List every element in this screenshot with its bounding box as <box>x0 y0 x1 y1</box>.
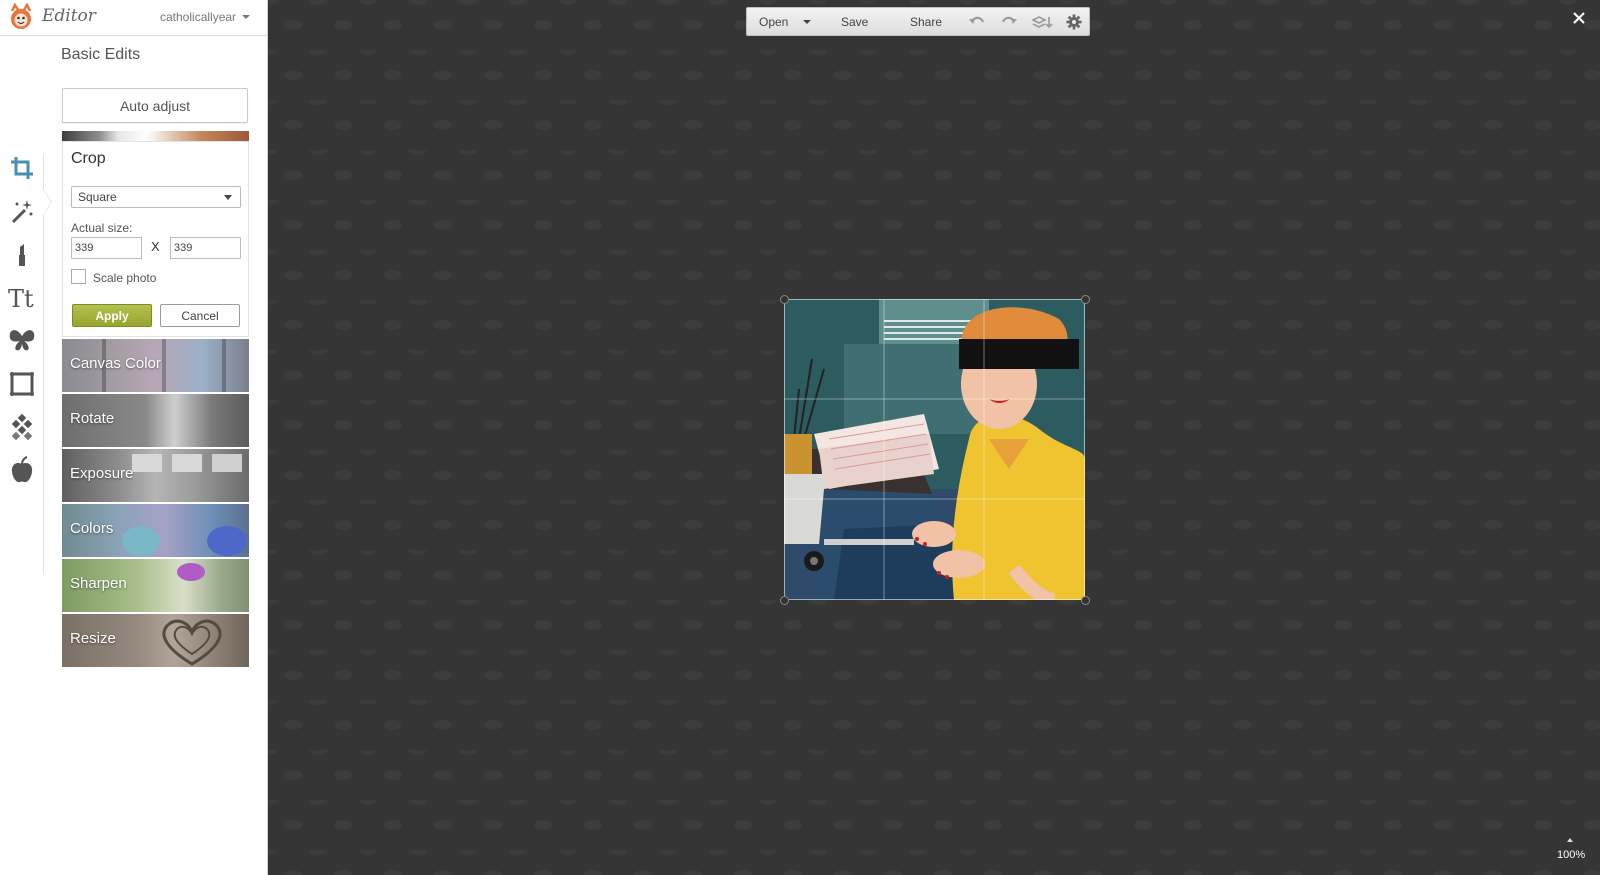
texture-icon[interactable] <box>7 412 37 442</box>
photo-illustration <box>784 299 1085 600</box>
tool-label: Colors <box>70 520 114 537</box>
crop-tile-thumbnail <box>62 131 249 141</box>
crop-handle-top-right[interactable] <box>1081 295 1090 304</box>
tool-label: Resize <box>70 630 116 647</box>
chevron-down-icon[interactable] <box>242 15 250 19</box>
size-separator: X <box>151 239 160 254</box>
top-toolbar: Open Save Share <box>746 7 1090 36</box>
crop-handle-bottom-right[interactable] <box>1081 596 1090 605</box>
tool-label: Rotate <box>70 410 115 427</box>
cancel-button[interactable]: Cancel <box>160 304 240 327</box>
scale-photo-checkbox[interactable] <box>71 269 86 284</box>
apple-icon[interactable] <box>7 455 37 485</box>
save-button[interactable]: Save <box>841 15 868 29</box>
account-menu[interactable]: catholicallyear <box>160 10 236 24</box>
frame-icon[interactable] <box>7 369 37 399</box>
apply-button[interactable]: Apply <box>72 304 152 327</box>
tool-sharpen[interactable]: Sharpen <box>62 559 249 612</box>
share-button[interactable]: Share <box>910 15 942 29</box>
tool-resize[interactable]: Resize <box>62 614 249 667</box>
auto-adjust-button[interactable]: Auto adjust <box>62 88 248 123</box>
zoom-up-icon[interactable] <box>1567 838 1573 842</box>
top-bar: Editor catholicallyear <box>0 0 267 36</box>
tool-label: Canvas Color <box>70 355 161 372</box>
tool-rotate[interactable]: Rotate <box>62 394 249 447</box>
tool-label: Sharpen <box>70 575 127 592</box>
close-icon[interactable] <box>1570 9 1588 27</box>
crop-handle-top-left[interactable] <box>780 295 789 304</box>
crop-preset-value: Square <box>78 190 117 204</box>
chevron-down-icon <box>224 195 232 200</box>
layers-icon[interactable] <box>1032 14 1054 30</box>
rail-divider <box>43 154 44 574</box>
text-icon[interactable]: Tt <box>7 283 37 313</box>
butterfly-icon[interactable] <box>7 326 37 356</box>
zoom-level[interactable]: 100% <box>1557 849 1585 861</box>
redo-icon[interactable] <box>1000 14 1018 30</box>
lipstick-icon[interactable] <box>7 239 37 269</box>
magic-wand-icon[interactable] <box>7 196 37 226</box>
height-input[interactable] <box>170 237 241 259</box>
crop-icon[interactable] <box>7 153 37 183</box>
tool-exposure[interactable]: Exposure <box>62 449 249 502</box>
logo-icon[interactable] <box>6 3 36 31</box>
width-input[interactable] <box>71 237 142 259</box>
scale-photo-label: Scale photo <box>93 271 157 285</box>
left-panel: Editor catholicallyear Tt Basic Edits Au… <box>0 0 268 875</box>
undo-icon[interactable] <box>968 14 986 30</box>
svg-text:Tt: Tt <box>8 285 34 311</box>
settings-icon[interactable] <box>1065 14 1083 30</box>
tool-label: Exposure <box>70 465 134 482</box>
section-title: Basic Edits <box>61 46 141 63</box>
tool-colors[interactable]: Colors <box>62 504 249 557</box>
canvas-photo[interactable] <box>784 299 1085 600</box>
crop-handle-bottom-left[interactable] <box>780 596 789 605</box>
tool-canvas-color[interactable]: Canvas Color <box>62 339 249 392</box>
actual-size-label: Actual size: <box>71 221 133 235</box>
chevron-down-icon[interactable] <box>803 20 811 24</box>
heart-icon <box>162 619 222 666</box>
crop-panel: Crop Square Actual size: X Scale photo A… <box>62 141 249 337</box>
app-title: Editor <box>42 6 96 26</box>
crop-title: Crop <box>71 150 106 167</box>
crop-preset-select[interactable]: Square <box>71 186 241 208</box>
tool-rail: Tt <box>0 36 52 875</box>
open-menu[interactable]: Open <box>759 15 788 29</box>
